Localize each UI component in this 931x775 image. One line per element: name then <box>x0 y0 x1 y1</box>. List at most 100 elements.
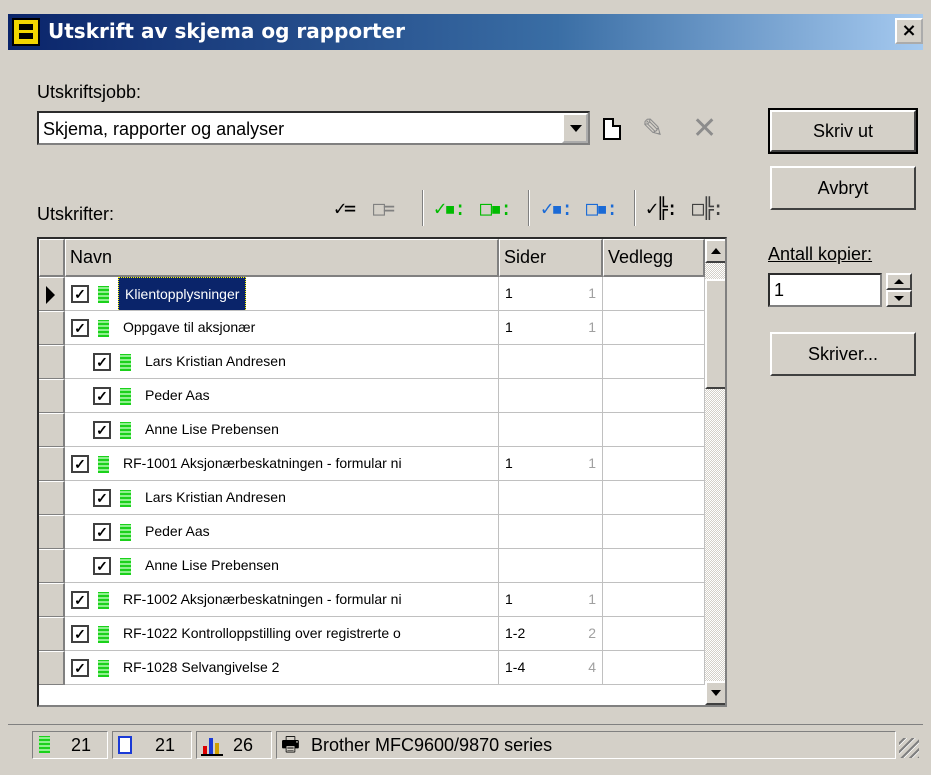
table-row[interactable]: ✓ Peder Aas <box>39 379 705 413</box>
header-navn[interactable]: Navn <box>65 239 499 277</box>
new-job-icon[interactable] <box>603 118 621 140</box>
pages-cell: 11 <box>499 277 603 311</box>
include-checkbox[interactable]: ✓ <box>93 523 111 541</box>
row-indicator[interactable] <box>39 515 65 549</box>
edit-job-icon[interactable]: ✎ <box>642 116 672 146</box>
resize-grip-icon[interactable] <box>899 738 919 758</box>
scroll-thumb[interactable] <box>705 279 725 389</box>
print-dialog: Utskrift av skjema og rapporter × Utskri… <box>0 0 931 775</box>
pages-cell: 1-2 2 <box>499 617 603 651</box>
include-checkbox[interactable]: ✓ <box>71 625 89 643</box>
table-row[interactable]: ✓ RF-1002 Aksjonærbeskatningen - formular… <box>39 583 705 617</box>
delete-job-icon[interactable]: ✕ <box>692 114 722 144</box>
row-indicator[interactable] <box>39 617 65 651</box>
include-checkbox[interactable]: ✓ <box>93 489 111 507</box>
printer-button[interactable]: Skriver... <box>770 332 916 376</box>
reports-count-panel: 21 <box>112 731 192 759</box>
chevron-down-icon[interactable] <box>562 113 588 143</box>
form-icon <box>98 626 109 643</box>
row-indicator[interactable] <box>39 345 65 379</box>
pages-count: 1 <box>588 285 596 301</box>
form-icon <box>120 524 131 541</box>
table-row[interactable]: ✓ Klientopplysninger 1 1 <box>39 277 705 311</box>
include-checkbox[interactable]: ✓ <box>93 557 111 575</box>
table-row[interactable]: ✓ Peder Aas <box>39 515 705 549</box>
print-button[interactable]: Skriv ut <box>768 108 918 154</box>
analyses-count-panel: 26 <box>196 731 272 759</box>
pages-cell <box>499 413 603 447</box>
table-row[interactable]: ✓ RF-1001 Aksjonærbeskatningen - formular… <box>39 447 705 481</box>
uncheck-green-icon[interactable]: □▪: <box>480 195 512 221</box>
attachment-cell <box>603 413 705 447</box>
header-sider[interactable]: Sider <box>499 239 603 277</box>
forms-count-panel: 21 <box>32 731 108 759</box>
table-row[interactable]: ✓ RF-1028 Selvangivelse 2 1-4 4 <box>39 651 705 685</box>
form-icon <box>120 354 131 371</box>
uncheck-mixed-icon[interactable]: □╠: <box>692 195 724 221</box>
row-name: Klientopplysninger <box>118 277 247 310</box>
vertical-scrollbar[interactable] <box>705 239 725 705</box>
row-name: Peder Aas <box>145 523 210 539</box>
pages-count: 1 <box>588 455 596 471</box>
form-icon <box>120 558 131 575</box>
table-row[interactable]: ✓ Lars Kristian Andresen <box>39 345 705 379</box>
row-indicator[interactable] <box>39 379 65 413</box>
row-name: Peder Aas <box>145 387 210 403</box>
job-select[interactable]: Skjema, rapporter og analyser <box>37 111 590 145</box>
pages-count: 2 <box>588 625 596 641</box>
row-indicator[interactable] <box>39 481 65 515</box>
chart-icon <box>201 736 225 756</box>
row-indicator[interactable] <box>39 583 65 617</box>
row-indicator[interactable] <box>39 549 65 583</box>
pages-cell <box>499 515 603 549</box>
job-label: Utskriftsjobb: <box>37 82 142 102</box>
table-row[interactable]: ✓ Oppgave til aksjonær 1 1 <box>39 311 705 345</box>
row-indicator[interactable] <box>39 651 65 685</box>
table-row[interactable]: ✓ Anne Lise Prebensen <box>39 413 705 447</box>
form-icon <box>98 592 109 609</box>
include-checkbox[interactable]: ✓ <box>93 421 111 439</box>
check-green-icon[interactable]: ✓▪: <box>434 195 466 221</box>
analyses-count: 26 <box>233 735 254 755</box>
include-checkbox[interactable]: ✓ <box>71 659 89 677</box>
include-checkbox[interactable]: ✓ <box>71 591 89 609</box>
pages-range: 1 <box>505 591 513 607</box>
copies-label: Antall kopier: <box>768 244 873 264</box>
cancel-button[interactable]: Avbryt <box>770 166 916 210</box>
uncheck-blue-icon[interactable]: □▪: <box>586 195 618 221</box>
current-row-indicator-icon[interactable] <box>39 277 65 311</box>
check-blue-icon[interactable]: ✓▪: <box>541 195 573 221</box>
name-cell: ✓ RF-1002 Aksjonærbeskatningen - formular… <box>65 583 499 617</box>
close-button[interactable]: × <box>895 18 923 44</box>
scroll-up-icon[interactable] <box>705 239 725 263</box>
pages-cell <box>499 481 603 515</box>
row-name: RF-1028 Selvangivelse 2 <box>123 659 280 675</box>
toolbar-separator <box>422 190 424 226</box>
form-icon <box>120 388 131 405</box>
copies-input[interactable]: 1 <box>768 273 882 307</box>
table-row[interactable]: ✓ Lars Kristian Andresen <box>39 481 705 515</box>
include-checkbox[interactable]: ✓ <box>93 387 111 405</box>
include-checkbox[interactable]: ✓ <box>93 353 111 371</box>
table-row[interactable]: ✓ RF-1022 Kontrolloppstilling over regist… <box>39 617 705 651</box>
uncheck-all-icon[interactable]: □= <box>373 195 395 221</box>
check-mixed-icon[interactable]: ✓╠: <box>646 195 678 221</box>
row-indicator[interactable] <box>39 413 65 447</box>
status-bar: 21 21 26 🖶 Brother MFC9600/9870 series <box>8 724 923 762</box>
check-all-icon[interactable]: ✓= <box>334 195 356 221</box>
scroll-down-icon[interactable] <box>705 681 725 705</box>
include-checkbox[interactable]: ✓ <box>71 285 89 303</box>
header-vedlegg[interactable]: Vedlegg <box>603 239 705 277</box>
copies-down-icon[interactable] <box>886 290 912 307</box>
copies-up-icon[interactable] <box>886 273 912 290</box>
printer-panel: 🖶 Brother MFC9600/9870 series <box>276 731 896 759</box>
include-checkbox[interactable]: ✓ <box>71 455 89 473</box>
reports-count: 21 <box>155 735 176 755</box>
row-indicator[interactable] <box>39 447 65 481</box>
row-indicator[interactable] <box>39 311 65 345</box>
attachment-cell <box>603 549 705 583</box>
form-icon <box>98 320 109 337</box>
table-row[interactable]: ✓ Anne Lise Prebensen <box>39 549 705 583</box>
include-checkbox[interactable]: ✓ <box>71 319 89 337</box>
title-bar: Utskrift av skjema og rapporter × <box>8 14 923 50</box>
